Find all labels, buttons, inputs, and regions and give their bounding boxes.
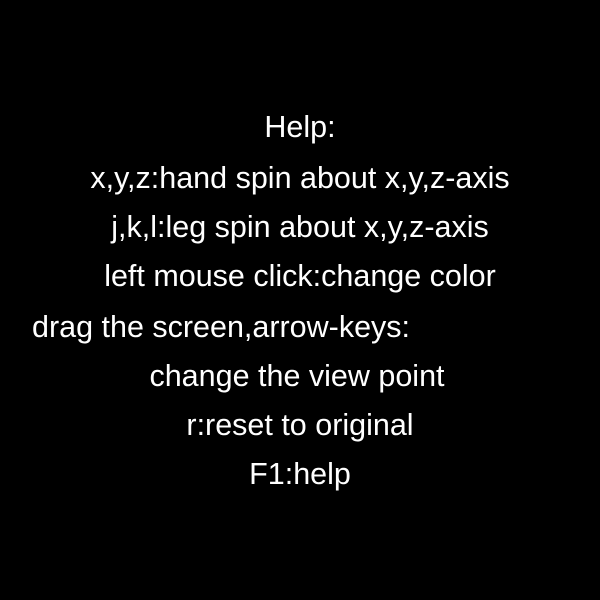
gl-canvas[interactable]: Help: x,y,z:hand spin about x,y,z-axis j… [0, 0, 600, 600]
help-line-leg-spin: j,k,l:leg spin about x,y,z-axis [111, 210, 489, 244]
help-title: Help: [264, 110, 336, 144]
help-line-drag-screen: drag the screen,arrow-keys: [32, 310, 411, 344]
help-overlay: Help: x,y,z:hand spin about x,y,z-axis j… [0, 0, 600, 600]
help-line-view-point: change the view point [149, 359, 445, 393]
help-line-change-color: left mouse click:change color [104, 259, 496, 293]
help-line-f1-help: F1:help [249, 457, 351, 491]
help-line-reset: r:reset to original [186, 408, 414, 442]
help-line-hand-spin: x,y,z:hand spin about x,y,z-axis [90, 161, 510, 195]
